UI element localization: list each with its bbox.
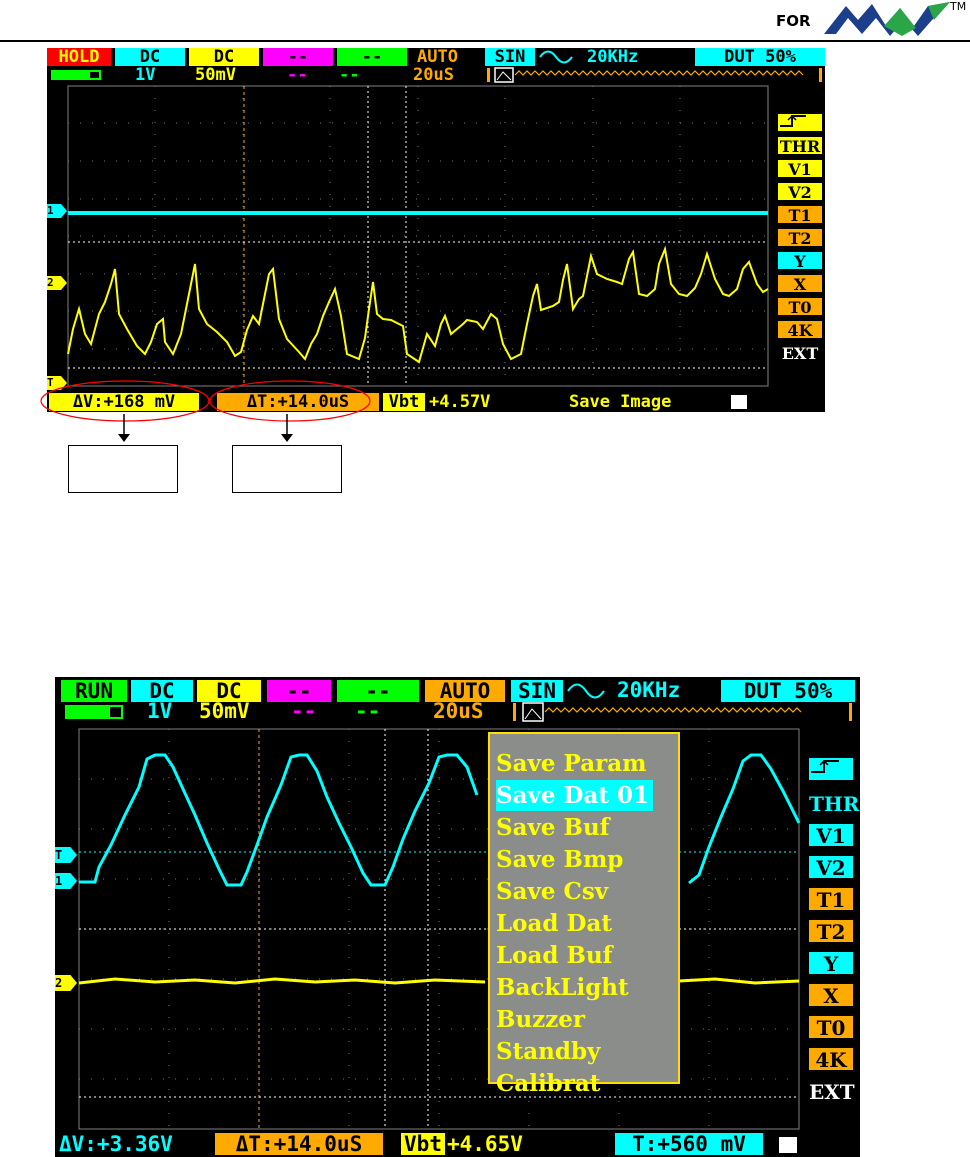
callout-box-dv xyxy=(68,445,178,493)
side-menu-y[interactable]: Y xyxy=(808,951,854,976)
side-menu-4k[interactable]: 4K xyxy=(808,1047,854,1072)
generator-wave[interactable]: SIN xyxy=(511,680,563,702)
rising-edge-icon xyxy=(780,114,806,127)
ch1-marker-label: 1 xyxy=(55,874,63,888)
side-menu-4k[interactable]: 4K xyxy=(777,320,823,340)
generator-duty[interactable]: DUT 50% xyxy=(695,48,825,66)
menu-item-save-bmp[interactable]: Save Bmp xyxy=(496,844,623,875)
memory-window-bar xyxy=(513,702,852,722)
header-rule xyxy=(0,40,970,42)
delta-t-readout[interactable]: ΔT:+14.0uS xyxy=(215,1133,383,1155)
vbt-value: +4.65V xyxy=(447,1132,523,1156)
generator-freq[interactable]: 20KHz xyxy=(587,48,638,66)
trigger-marker-label: T xyxy=(55,848,63,862)
ch2-coupling[interactable]: DC xyxy=(189,48,259,66)
ch1-scale[interactable]: 1V xyxy=(147,701,172,722)
trigger-level-readout[interactable]: T:+560 mV xyxy=(615,1133,763,1155)
waveform-plot xyxy=(67,85,769,387)
checkbox-icon[interactable] xyxy=(731,395,747,409)
ch4-status[interactable]: -- xyxy=(337,48,407,66)
sine-wave-icon xyxy=(539,50,573,64)
checkbox-icon[interactable] xyxy=(779,1137,797,1153)
ch2-marker-label: 2 xyxy=(55,976,63,990)
side-menu-ext[interactable]: EXT xyxy=(777,343,823,363)
ch1-coupling[interactable]: DC xyxy=(115,48,185,66)
vbt-label: Vbt xyxy=(401,1133,445,1155)
ch3-status[interactable]: -- xyxy=(263,48,333,66)
menu-item-standby[interactable]: Standby xyxy=(496,1036,600,1067)
scope-screen-1: HOLD DC DC -- -- AUTO SIN 20KHz DUT 50% … xyxy=(47,48,825,412)
sine-wave-icon xyxy=(567,683,605,699)
brand-logo xyxy=(824,2,950,36)
side-menu-v1[interactable]: V1 xyxy=(777,159,823,179)
side-menu-t1[interactable]: T1 xyxy=(808,887,854,912)
side-menu-thr[interactable]: THR xyxy=(777,136,823,156)
timebase[interactable]: 20uS xyxy=(413,66,454,84)
vbt-value: +4.57V xyxy=(429,392,491,412)
side-menu-t0[interactable]: T0 xyxy=(777,297,823,317)
menu-item-calibrat[interactable]: Calibrat xyxy=(496,1068,600,1099)
battery-icon xyxy=(65,705,123,719)
side-menu-y[interactable]: Y xyxy=(777,251,823,271)
side-menu-ext[interactable]: EXT xyxy=(808,1079,855,1104)
ch2-marker-label: 2 xyxy=(47,276,54,289)
menu-item-save-csv[interactable]: Save Csv xyxy=(496,876,608,907)
side-menu-t0[interactable]: T0 xyxy=(808,1015,854,1040)
ch4-scale[interactable]: -- xyxy=(355,701,380,722)
ch2-scale[interactable]: 50mV xyxy=(195,66,236,84)
rising-edge-icon xyxy=(811,759,839,773)
delta-v-readout[interactable]: ΔV:+3.36V xyxy=(59,1133,203,1155)
scope-screen-2: RUN DC DC -- -- AUTO SIN 20KHz DUT 50% 1… xyxy=(55,677,860,1157)
brand-tm: TM xyxy=(950,0,967,13)
trigger-edge-button[interactable] xyxy=(777,113,823,132)
side-menu-v2[interactable]: V2 xyxy=(777,182,823,202)
menu-item-save-param[interactable]: Save Param xyxy=(496,748,646,779)
waveform-plot xyxy=(78,728,801,1130)
generator-wave[interactable]: SIN xyxy=(485,48,535,66)
side-menu-v2[interactable]: V2 xyxy=(808,855,854,880)
ch3-scale[interactable]: -- xyxy=(291,701,316,722)
brand-for-label: FOR xyxy=(776,12,811,30)
menu-item-backlight[interactable]: BackLight xyxy=(496,972,629,1003)
popup-menu: Save Param Save Dat 01 Save Buf Save Bmp… xyxy=(488,732,680,1097)
ch4-scale[interactable]: -- xyxy=(339,66,359,84)
side-menu-t1[interactable]: T1 xyxy=(777,205,823,225)
side-menu-x[interactable]: X xyxy=(808,983,854,1008)
menu-item-load-dat[interactable]: Load Dat xyxy=(496,908,612,939)
ch2-scale[interactable]: 50mV xyxy=(199,701,250,722)
trigger-mode[interactable]: AUTO xyxy=(417,48,458,66)
battery-icon xyxy=(51,70,101,80)
menu-item-save-buf[interactable]: Save Buf xyxy=(496,812,610,843)
trigger-edge-button[interactable] xyxy=(808,757,854,781)
menu-item-save-dat[interactable]: Save Dat 01 xyxy=(496,780,654,811)
menu-item-load-buf[interactable]: Load Buf xyxy=(496,940,613,971)
side-menu-t2[interactable]: T2 xyxy=(777,228,823,248)
side-menu-thr[interactable]: THR xyxy=(808,791,859,816)
generator-freq[interactable]: 20KHz xyxy=(617,680,680,701)
memory-window-bar xyxy=(487,67,822,83)
ch3-scale[interactable]: -- xyxy=(287,66,307,84)
mode-badge[interactable]: RUN xyxy=(61,680,127,702)
menu-item-buzzer[interactable]: Buzzer xyxy=(496,1004,585,1035)
side-menu-t2[interactable]: T2 xyxy=(808,919,854,944)
callout-box-dt xyxy=(232,445,342,493)
side-menu-x[interactable]: X xyxy=(777,274,823,294)
save-image-message: Save Image xyxy=(569,392,672,412)
side-menu-v1[interactable]: V1 xyxy=(808,823,854,848)
timebase[interactable]: 20uS xyxy=(433,701,484,722)
ch1-marker-label: 1 xyxy=(47,204,54,217)
generator-duty[interactable]: DUT 50% xyxy=(721,680,855,702)
ch1-scale[interactable]: 1V xyxy=(135,66,155,84)
mode-badge[interactable]: HOLD xyxy=(47,48,111,66)
